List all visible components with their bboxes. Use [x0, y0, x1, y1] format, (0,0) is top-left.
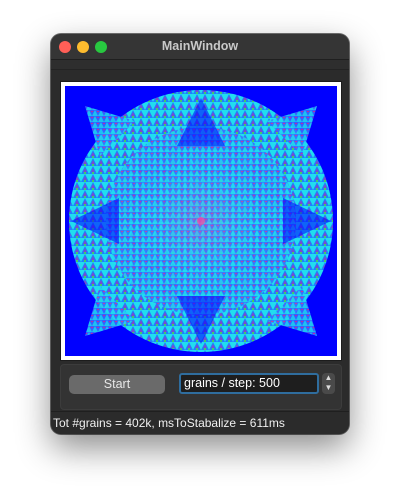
title-bar[interactable]: MainWindow	[51, 34, 349, 60]
main-window: MainWindow Start grains / step: 500 ▲ ▼ …	[51, 34, 349, 434]
chevron-up-icon[interactable]: ▲	[322, 373, 335, 383]
chevron-down-icon[interactable]: ▼	[322, 383, 335, 393]
grains-per-step-input[interactable]: grains / step: 500	[179, 373, 319, 394]
sandpile-canvas-frame	[60, 81, 342, 361]
sandpile-center	[197, 217, 205, 225]
status-text: Tot #grains = 402k, msToStabalize = 611m…	[53, 416, 285, 430]
grains-per-step-stepper[interactable]: ▲ ▼	[322, 373, 335, 394]
sandpile-canvas	[65, 86, 337, 356]
controls-panel: Start grains / step: 500 ▲ ▼	[60, 364, 342, 410]
status-bar: Tot #grains = 402k, msToStabalize = 611m…	[51, 411, 349, 434]
window-title: MainWindow	[161, 39, 239, 53]
toolbar-strip	[51, 60, 349, 70]
start-button[interactable]: Start	[69, 375, 165, 394]
